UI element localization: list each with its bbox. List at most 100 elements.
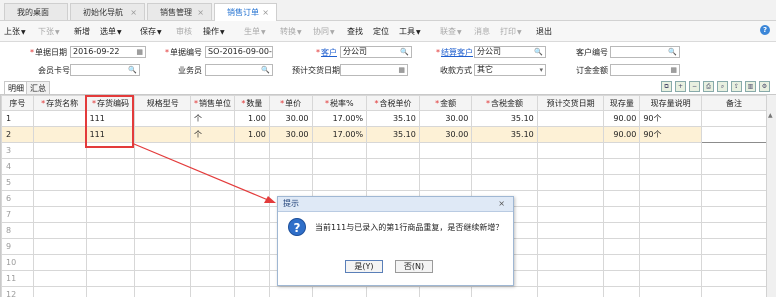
table-cell[interactable] xyxy=(32,270,87,287)
table-cell[interactable]: 11 xyxy=(1,270,34,287)
table-cell[interactable] xyxy=(700,190,767,207)
table-cell[interactable] xyxy=(32,222,87,239)
table-cell[interactable] xyxy=(700,110,767,127)
table-cell[interactable] xyxy=(311,158,368,175)
table-cell[interactable] xyxy=(366,174,420,191)
table-cell[interactable] xyxy=(471,174,538,191)
table-cell[interactable] xyxy=(536,126,605,143)
table-cell[interactable] xyxy=(639,254,702,271)
table-cell[interactable]: 1.00 xyxy=(234,110,270,127)
table-cell[interactable] xyxy=(639,270,702,287)
settlement-customer-label[interactable]: *结算客户 xyxy=(436,47,473,58)
tab-sales-management[interactable]: 销售管理 × xyxy=(147,3,212,20)
customer-label[interactable]: *客户 xyxy=(316,47,337,58)
table-cell[interactable] xyxy=(639,174,702,191)
settings-icon[interactable]: ⚙ xyxy=(759,81,770,92)
table-cell[interactable] xyxy=(366,142,420,159)
table-cell[interactable] xyxy=(418,142,473,159)
table-cell[interactable] xyxy=(700,158,767,175)
table-cell[interactable] xyxy=(418,174,473,191)
table-cell[interactable] xyxy=(190,158,236,175)
table-cell[interactable] xyxy=(234,286,270,297)
table-cell[interactable] xyxy=(32,190,87,207)
table-cell[interactable] xyxy=(234,190,270,207)
table-cell[interactable] xyxy=(536,286,605,297)
table-cell[interactable] xyxy=(234,206,270,223)
table-cell[interactable] xyxy=(134,206,192,223)
table-cell[interactable] xyxy=(639,238,702,255)
column-header[interactable]: *税率% xyxy=(311,95,368,111)
help-icon[interactable]: ? xyxy=(760,25,770,35)
table-cell[interactable] xyxy=(536,110,605,127)
table-cell[interactable]: 90.00 xyxy=(603,126,641,143)
table-cell[interactable] xyxy=(700,238,767,255)
table-cell[interactable] xyxy=(603,222,641,239)
convert-button[interactable]: 转换▼ xyxy=(280,26,302,37)
table-cell[interactable] xyxy=(234,222,270,239)
column-header[interactable]: *数量 xyxy=(234,95,270,111)
table-cell[interactable]: 90个 xyxy=(639,126,702,143)
table-cell[interactable] xyxy=(700,270,767,287)
copy-row-icon[interactable]: ⧉ xyxy=(661,81,672,92)
table-cell[interactable]: 30.00 xyxy=(418,110,473,127)
table-cell[interactable]: 35.10 xyxy=(471,110,538,127)
table-cell[interactable] xyxy=(536,158,605,175)
table-cell[interactable]: 8 xyxy=(1,222,34,239)
linked-query-button[interactable]: 联查▼ xyxy=(440,26,462,37)
table-cell[interactable]: 个 xyxy=(190,110,236,127)
expected-delivery-field[interactable]: ▦ xyxy=(340,64,408,76)
table-cell[interactable] xyxy=(536,238,605,255)
table-cell[interactable] xyxy=(32,126,87,143)
table-cell[interactable] xyxy=(603,158,641,175)
table-cell[interactable] xyxy=(85,206,136,223)
table-row[interactable]: 4 xyxy=(1,158,767,175)
table-cell[interactable] xyxy=(32,110,87,127)
table-cell[interactable]: 1 xyxy=(1,110,34,127)
column-header[interactable]: 现存量 xyxy=(603,95,641,111)
table-cell[interactable] xyxy=(234,142,270,159)
yes-button[interactable]: 是(Y) xyxy=(345,260,383,273)
table-cell[interactable] xyxy=(134,286,192,297)
table-cell[interactable] xyxy=(471,158,538,175)
table-cell[interactable] xyxy=(190,142,236,159)
table-cell[interactable] xyxy=(134,222,192,239)
table-cell[interactable] xyxy=(190,190,236,207)
tab-summary[interactable]: 汇总 xyxy=(26,81,50,94)
collaborate-button[interactable]: 协同▼ xyxy=(313,26,335,37)
table-cell[interactable] xyxy=(603,254,641,271)
scroll-up-icon[interactable]: ▲ xyxy=(768,112,773,119)
table-cell[interactable] xyxy=(311,142,368,159)
calculator-icon[interactable]: ▦ xyxy=(670,65,677,75)
column-header[interactable]: 规格型号 xyxy=(134,95,192,111)
close-icon[interactable]: × xyxy=(197,4,204,21)
table-cell[interactable]: 30.00 xyxy=(418,126,473,143)
search-icon[interactable]: 🔍 xyxy=(261,65,270,75)
export-icon[interactable]: ⇪ xyxy=(731,81,742,92)
table-cell[interactable] xyxy=(536,206,605,223)
tab-init-navigation[interactable]: 初始化导航 × xyxy=(70,3,145,20)
table-cell[interactable] xyxy=(603,238,641,255)
table-cell[interactable]: 1.00 xyxy=(234,126,270,143)
table-cell[interactable] xyxy=(134,158,192,175)
prev-button[interactable]: 上张▼ xyxy=(4,26,26,37)
table-cell[interactable] xyxy=(639,158,702,175)
table-cell[interactable] xyxy=(190,254,236,271)
tab-my-desktop[interactable]: 我的桌面 xyxy=(4,3,68,20)
table-cell[interactable]: 17.00% xyxy=(311,110,368,127)
customer-field[interactable]: 分公司 🔍 xyxy=(340,46,412,58)
table-cell[interactable]: 17.00% xyxy=(311,126,368,143)
table-cell[interactable] xyxy=(639,190,702,207)
table-cell[interactable] xyxy=(85,158,136,175)
table-cell[interactable] xyxy=(418,286,473,297)
table-cell[interactable] xyxy=(603,142,641,159)
table-cell[interactable]: 35.10 xyxy=(366,110,420,127)
table-cell[interactable] xyxy=(85,190,136,207)
table-cell[interactable] xyxy=(471,286,538,297)
document-date-field[interactable]: 2016-09-22 ▦ xyxy=(70,46,146,58)
table-cell[interactable] xyxy=(85,286,136,297)
print-button[interactable]: 打印▼ xyxy=(500,26,522,37)
table-cell[interactable] xyxy=(536,142,605,159)
table-cell[interactable] xyxy=(190,174,236,191)
table-cell[interactable] xyxy=(32,206,87,223)
table-cell[interactable] xyxy=(700,126,767,143)
